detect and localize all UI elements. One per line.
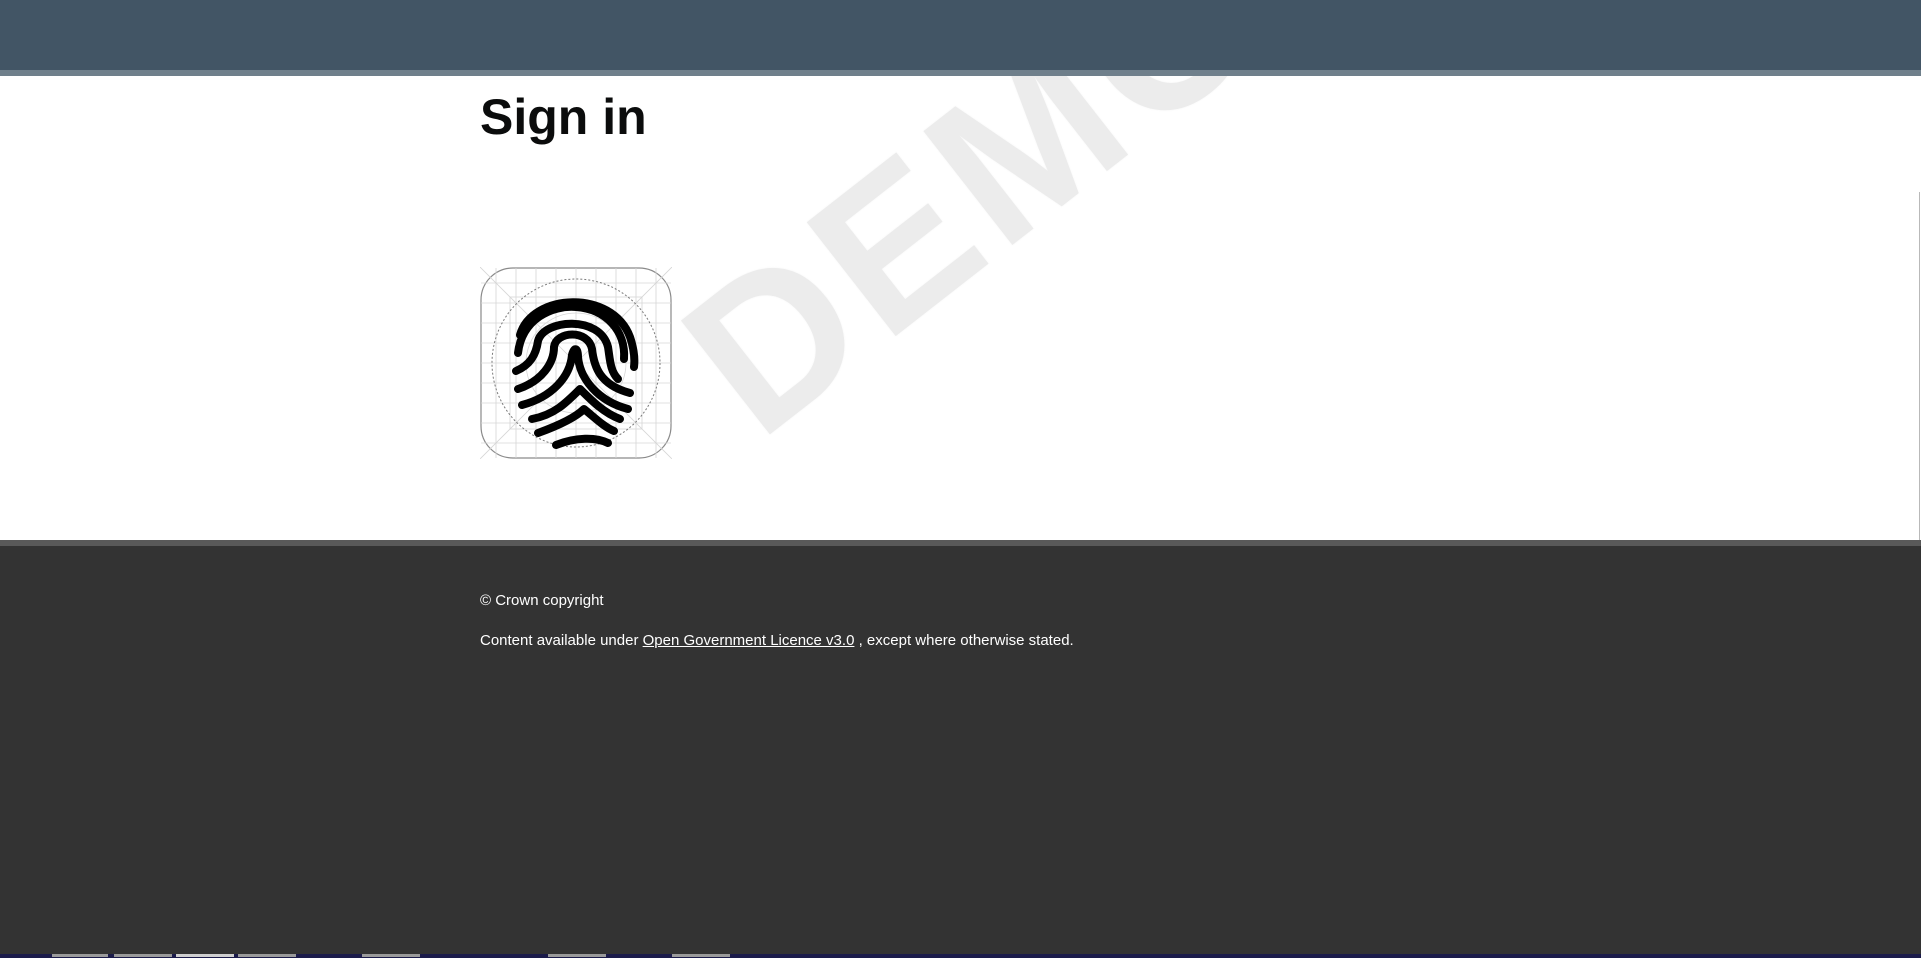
site-header [0, 0, 1921, 76]
taskbar-tab[interactable] [114, 954, 172, 957]
taskbar-tab[interactable] [238, 954, 296, 957]
open-government-licence-link[interactable]: Open Government Licence v3.0 [643, 632, 855, 649]
taskbar-tab[interactable] [548, 954, 606, 957]
taskbar-tab[interactable] [672, 954, 730, 957]
licence-suffix: , except where otherwise stated. [854, 632, 1074, 649]
licence-prefix: Content available under [480, 632, 643, 649]
taskbar-tab[interactable] [52, 954, 108, 957]
page-title: Sign in [480, 89, 647, 145]
taskbar-tab[interactable] [362, 954, 420, 957]
taskbar-tab[interactable] [176, 954, 234, 957]
right-edge-rule [1919, 192, 1920, 540]
licence-text: Content available under Open Government … [480, 632, 1074, 649]
site-footer: © Crown copyright Content available unde… [0, 540, 1921, 954]
demo-watermark: DEMO [641, 76, 1309, 479]
taskbar [0, 954, 1921, 958]
fingerprint-icon [480, 267, 672, 459]
main-content: DEMO Sign in [0, 76, 1921, 540]
copyright-text: © Crown copyright [480, 592, 604, 609]
fingerprint-sign-in-button[interactable] [480, 267, 672, 459]
